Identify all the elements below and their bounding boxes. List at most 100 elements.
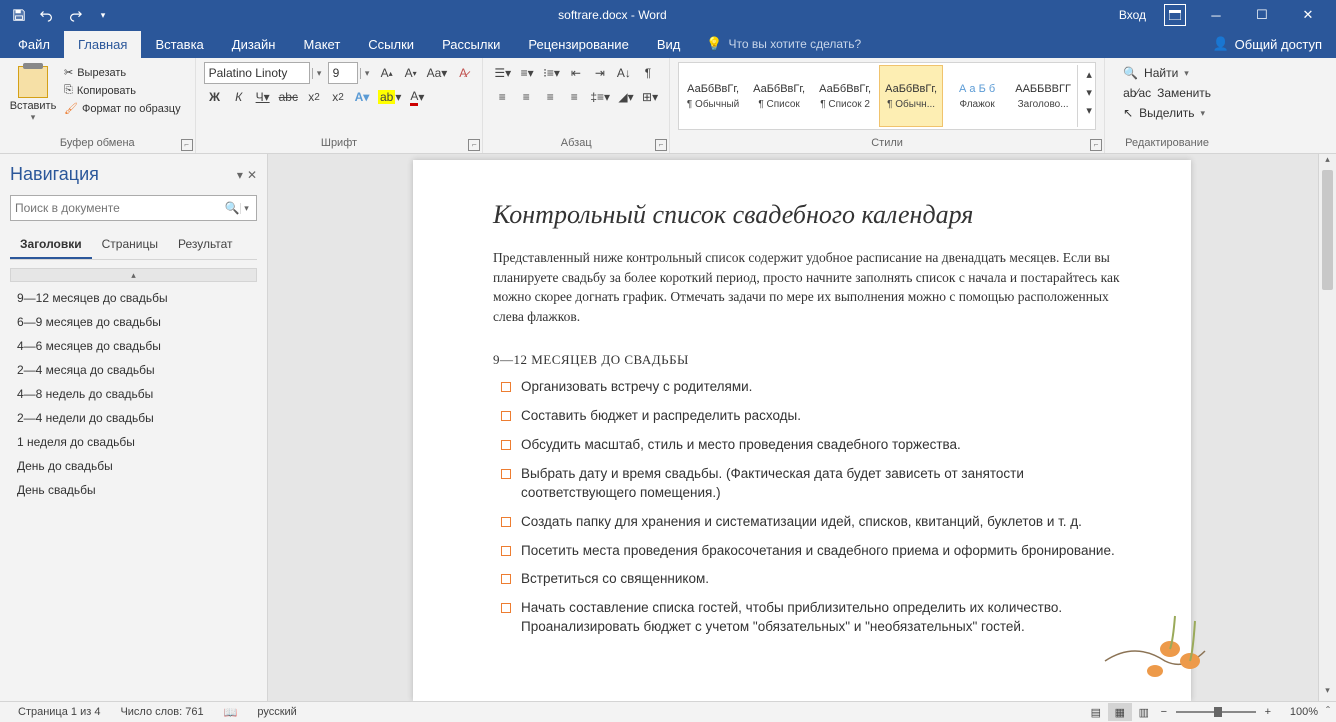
zoom-percent[interactable]: 100% bbox=[1280, 706, 1328, 718]
checkbox-icon[interactable] bbox=[501, 411, 511, 421]
nav-tab-headings[interactable]: Заголовки bbox=[10, 231, 92, 259]
clipboard-dialog-launcher[interactable]: ⌐ bbox=[181, 139, 193, 151]
checklist-item[interactable]: Начать составление списка гостей, чтобы … bbox=[493, 599, 1127, 637]
align-left-icon[interactable]: ≡ bbox=[491, 86, 513, 108]
clear-formatting-icon[interactable]: A̷ bbox=[452, 62, 474, 84]
font-name-combo[interactable]: Palatino Linoty bbox=[204, 62, 310, 84]
qat-dropdown-icon[interactable]: ▾ bbox=[90, 3, 116, 27]
select-button[interactable]: ↖Выделить▾ bbox=[1119, 104, 1215, 122]
paste-button[interactable]: Вставить ▾ bbox=[8, 62, 58, 137]
strikethrough-icon[interactable]: abc bbox=[276, 86, 301, 108]
word-count[interactable]: Число слов: 761 bbox=[110, 706, 213, 718]
bold-icon[interactable]: Ж bbox=[204, 86, 226, 108]
close-icon[interactable]: ✕ bbox=[1286, 0, 1330, 30]
nav-dropdown-icon[interactable]: ▾ bbox=[237, 168, 243, 182]
web-layout-icon[interactable]: ▥ bbox=[1132, 703, 1156, 721]
increase-indent-icon[interactable]: ⇥ bbox=[589, 62, 611, 84]
nav-item[interactable]: 4—8 недель до свадьбы bbox=[10, 382, 257, 406]
minimize-icon[interactable]: ─ bbox=[1194, 0, 1238, 30]
align-center-icon[interactable]: ≡ bbox=[515, 86, 537, 108]
nav-item[interactable]: 1 неделя до свадьбы bbox=[10, 430, 257, 454]
zoom-out-icon[interactable]: − bbox=[1156, 706, 1172, 718]
collapse-ribbon-icon[interactable]: ˆ bbox=[1326, 704, 1330, 718]
checkbox-icon[interactable] bbox=[501, 469, 511, 479]
scroll-thumb[interactable] bbox=[1322, 170, 1333, 290]
change-case-icon[interactable]: Aa▾ bbox=[424, 62, 451, 84]
nav-tab-pages[interactable]: Страницы bbox=[92, 231, 168, 259]
nav-item[interactable]: 2—4 месяца до свадьбы bbox=[10, 358, 257, 382]
styles-more-icon[interactable]: ▾ bbox=[1078, 101, 1100, 119]
save-icon[interactable] bbox=[6, 3, 32, 27]
tab-file[interactable]: Файл bbox=[4, 31, 64, 58]
checkbox-icon[interactable] bbox=[501, 574, 511, 584]
language-status[interactable]: русский bbox=[247, 706, 306, 718]
vertical-scrollbar[interactable]: ▴ ▾ bbox=[1318, 154, 1336, 701]
tab-design[interactable]: Дизайн bbox=[218, 31, 290, 58]
subscript-icon[interactable]: x2 bbox=[303, 86, 325, 108]
tab-review[interactable]: Рецензирование bbox=[514, 31, 642, 58]
superscript-icon[interactable]: x2 bbox=[327, 86, 349, 108]
search-icon[interactable]: 🔍 bbox=[224, 201, 240, 215]
zoom-slider[interactable] bbox=[1176, 711, 1256, 713]
cut-button[interactable]: Вырезать bbox=[60, 64, 185, 81]
read-mode-icon[interactable]: ▤ bbox=[1084, 703, 1108, 721]
justify-icon[interactable]: ≡ bbox=[563, 86, 585, 108]
print-layout-icon[interactable]: ▦ bbox=[1108, 703, 1132, 721]
tab-references[interactable]: Ссылки bbox=[354, 31, 428, 58]
text-effects-icon[interactable]: A▾ bbox=[351, 86, 373, 108]
nav-close-icon[interactable]: ✕ bbox=[247, 168, 257, 182]
tab-layout[interactable]: Макет bbox=[289, 31, 354, 58]
tab-mailings[interactable]: Рассылки bbox=[428, 31, 514, 58]
checklist-item[interactable]: Посетить места проведения бракосочетания… bbox=[493, 542, 1127, 561]
style-normal2[interactable]: АаБбВвГг,¶ Обычн... bbox=[879, 65, 943, 127]
style-list2[interactable]: АаБбВвГг,¶ Список 2 bbox=[813, 65, 877, 127]
nav-item[interactable]: 6—9 месяцев до свадьбы bbox=[10, 310, 257, 334]
shading-icon[interactable]: ◢▾ bbox=[615, 86, 637, 108]
undo-icon[interactable] bbox=[34, 3, 60, 27]
zoom-in-icon[interactable]: + bbox=[1260, 706, 1276, 718]
grow-font-icon[interactable]: A▴ bbox=[376, 62, 398, 84]
nav-search-box[interactable]: 🔍 ▾ bbox=[10, 195, 257, 221]
shrink-font-icon[interactable]: A▾ bbox=[400, 62, 422, 84]
font-size-combo[interactable]: 9 bbox=[328, 62, 358, 84]
nav-search-input[interactable] bbox=[15, 201, 224, 215]
checklist-item[interactable]: Встретиться со священником. bbox=[493, 570, 1127, 589]
find-button[interactable]: 🔍Найти▾ bbox=[1119, 64, 1215, 82]
styles-scroll-up-icon[interactable]: ▴ bbox=[1078, 65, 1100, 83]
style-heading[interactable]: ААББВВГГЗаголово... bbox=[1011, 65, 1075, 127]
maximize-icon[interactable]: ☐ bbox=[1240, 0, 1284, 30]
borders-icon[interactable]: ⊞▾ bbox=[639, 86, 661, 108]
spell-check-icon[interactable]: 📖 bbox=[214, 706, 248, 719]
nav-item[interactable]: 9—12 месяцев до свадьбы bbox=[10, 286, 257, 310]
italic-icon[interactable]: К bbox=[228, 86, 250, 108]
ribbon-display-icon[interactable] bbox=[1164, 4, 1186, 26]
share-button[interactable]: 👤 Общий доступ bbox=[1198, 30, 1336, 58]
checklist-item[interactable]: Создать папку для хранения и систематиза… bbox=[493, 513, 1127, 532]
style-checkbox[interactable]: А а Б бФлажок bbox=[945, 65, 1009, 127]
checkbox-icon[interactable] bbox=[501, 440, 511, 450]
decrease-indent-icon[interactable]: ⇤ bbox=[565, 62, 587, 84]
multilevel-list-icon[interactable]: ⁝≡▾ bbox=[540, 62, 563, 84]
style-normal[interactable]: АаБбВвГг,¶ Обычный bbox=[681, 65, 745, 127]
paragraph-dialog-launcher[interactable]: ⌐ bbox=[655, 139, 667, 151]
styles-scroll-down-icon[interactable]: ▾ bbox=[1078, 83, 1100, 101]
sort-icon[interactable]: A↓ bbox=[613, 62, 635, 84]
highlight-icon[interactable]: ab▾ bbox=[375, 86, 404, 108]
page-status[interactable]: Страница 1 из 4 bbox=[8, 706, 110, 718]
replace-button[interactable]: ab⁄acЗаменить bbox=[1119, 84, 1215, 102]
scroll-down-icon[interactable]: ▾ bbox=[1319, 685, 1336, 701]
bullets-icon[interactable]: ☰▾ bbox=[491, 62, 514, 84]
copy-button[interactable]: ⎘Копировать bbox=[60, 82, 185, 99]
format-painter-button[interactable]: 🖌Формат по образцу bbox=[60, 100, 185, 117]
checklist-item[interactable]: Организовать встречу с родителями. bbox=[493, 378, 1127, 397]
font-dialog-launcher[interactable]: ⌐ bbox=[468, 139, 480, 151]
nav-item[interactable]: День свадьбы bbox=[10, 478, 257, 502]
nav-item[interactable]: 4—6 месяцев до свадьбы bbox=[10, 334, 257, 358]
numbering-icon[interactable]: ≡▾ bbox=[516, 62, 538, 84]
nav-item[interactable]: 2—4 недели до свадьбы bbox=[10, 406, 257, 430]
tab-view[interactable]: Вид bbox=[643, 31, 695, 58]
checklist-item[interactable]: Составить бюджет и распределить расходы. bbox=[493, 407, 1127, 426]
checkbox-icon[interactable] bbox=[501, 517, 511, 527]
styles-dialog-launcher[interactable]: ⌐ bbox=[1090, 139, 1102, 151]
search-dropdown-icon[interactable]: ▾ bbox=[240, 203, 252, 214]
